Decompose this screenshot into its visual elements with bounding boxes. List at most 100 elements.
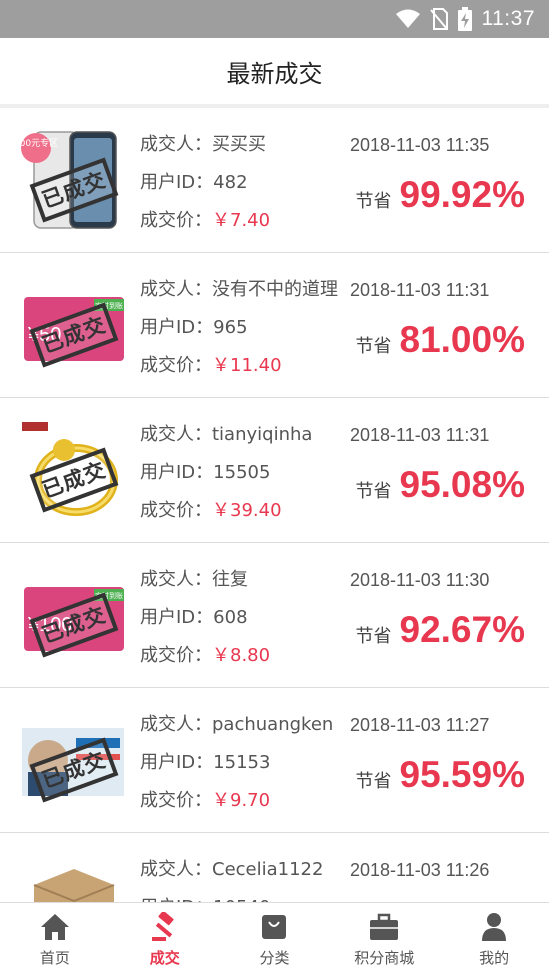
user-id-line: 用户ID：608 — [140, 599, 354, 637]
price-line: 成交价：￥8.80 — [140, 637, 354, 675]
deal-row[interactable]: 实时到账 ¥50 已成交 成交人：没有不中的道理 用户ID：965 成交价：￥1… — [0, 253, 549, 398]
deal-info: 成交人：往复 用户ID：608 成交价：￥8.80 — [140, 561, 354, 675]
saving-label: 节省 — [355, 191, 392, 212]
nav-item-points-mall[interactable]: 积分商城 — [329, 903, 439, 976]
nav-item-mine[interactable]: 我的 — [439, 903, 549, 976]
saving-label: 节省 — [355, 626, 392, 647]
price-label: 成交价： — [140, 210, 212, 231]
saving-percent: 99.92% — [399, 174, 526, 215]
user-id-line: 用户ID：10540 — [140, 889, 354, 902]
price-label: 成交价： — [140, 500, 212, 521]
nav-item-deals[interactable]: 成交 — [110, 903, 220, 976]
buyer-line: 成交人：没有不中的道理 — [140, 271, 354, 309]
product-thumbnail — [20, 855, 124, 902]
product-thumbnail: 100元专区 已成交 — [20, 130, 124, 234]
saving-percent: 92.67% — [399, 609, 526, 650]
saving-block: 节省 81.00% — [356, 319, 526, 365]
user-id-line: 用户ID：15153 — [140, 744, 354, 782]
user-id-label: 用户ID： — [140, 317, 214, 338]
nav-item-home[interactable]: 首页 — [0, 903, 110, 976]
buyer-name: tianyiqinha — [212, 424, 313, 445]
saving-label: 节省 — [355, 481, 392, 502]
home-icon — [39, 911, 71, 943]
deal-info: 成交人：买买买 用户ID：482 成交价：￥7.40 — [140, 126, 354, 240]
deal-row[interactable]: 100元专区 已成交 成交人：买买买 用户ID：482 成交价：￥7.40 20… — [0, 108, 549, 253]
bottom-nav: 首页 成交 分类 积分商城 我的 — [0, 902, 549, 976]
deal-info: 成交人：Cecelia1122 用户ID：10540 — [140, 851, 354, 902]
deal-info: 成交人：pachuangken 用户ID：15153 成交价：￥9.70 — [140, 706, 354, 820]
auction-hammer-icon — [149, 911, 181, 943]
saving-percent: 95.08% — [399, 464, 526, 505]
price-value: ￥9.70 — [212, 790, 271, 811]
page-title: 最新成交 — [226, 59, 323, 88]
page-header: 最新成交 — [0, 38, 549, 104]
user-icon — [478, 911, 510, 943]
product-thumbnail: 实时到账 ¥100 已成交 — [20, 565, 124, 669]
buyer-label: 成交人： — [140, 424, 212, 445]
user-id-line: 用户ID：482 — [140, 164, 354, 202]
deal-time: 2018-11-03 11:35 — [350, 135, 490, 155]
no-sim-icon — [429, 8, 448, 30]
user-id-value: 482 — [213, 172, 248, 193]
saving-percent: 81.00% — [399, 319, 526, 360]
status-time: 11:37 — [481, 7, 535, 30]
nav-label: 积分商城 — [354, 949, 415, 967]
badge-text: 100元专区 — [20, 137, 58, 149]
saving-percent: 95.59% — [399, 754, 526, 795]
deal-list[interactable]: 100元专区 已成交 成交人：买买买 用户ID：482 成交价：￥7.40 20… — [0, 108, 549, 902]
wifi-icon — [395, 9, 420, 29]
user-id-line: 用户ID：965 — [140, 309, 354, 347]
buyer-line: 成交人：买买买 — [140, 126, 354, 164]
shopping-bag-icon — [258, 911, 290, 943]
buyer-label: 成交人： — [140, 859, 212, 880]
buyer-label: 成交人： — [140, 569, 212, 590]
nav-label: 分类 — [259, 949, 290, 967]
user-id-value: 15505 — [213, 462, 271, 483]
saving-block: 节省 92.67% — [356, 609, 526, 655]
price-value: ￥8.80 — [212, 645, 271, 666]
user-id-label: 用户ID： — [140, 462, 214, 483]
buyer-line: 成交人：pachuangken — [140, 706, 354, 744]
user-id-label: 用户ID： — [140, 607, 214, 628]
user-id-line: 用户ID：15505 — [140, 454, 354, 492]
deal-time: 2018-11-03 11:27 — [350, 715, 490, 735]
deal-row[interactable]: 实时到账 ¥100 已成交 成交人：往复 用户ID：608 成交价：￥8.80 … — [0, 543, 549, 688]
price-line: 成交价：￥9.70 — [140, 782, 354, 820]
product-thumbnail: 已成交 — [20, 710, 124, 814]
nav-label: 成交 — [149, 949, 180, 967]
deal-row[interactable]: 已成交 成交人：tianyiqinha 用户ID：15505 成交价：￥39.4… — [0, 398, 549, 543]
price-line: 成交价：￥39.40 — [140, 492, 354, 530]
buyer-label: 成交人： — [140, 279, 212, 300]
saving-block: 节省 95.08% — [356, 464, 526, 510]
user-id-label: 用户ID： — [140, 172, 214, 193]
nav-item-category[interactable]: 分类 — [220, 903, 330, 976]
deal-info: 成交人：tianyiqinha 用户ID：15505 成交价：￥39.40 — [140, 416, 354, 530]
buyer-name: 没有不中的道理 — [212, 279, 338, 300]
buyer-line: 成交人：Cecelia1122 — [140, 851, 354, 889]
user-id-label: 用户ID： — [140, 752, 214, 773]
deal-time: 2018-11-03 11:31 — [350, 280, 490, 300]
status-bar: 11:37 — [0, 0, 549, 38]
price-label: 成交价： — [140, 645, 212, 666]
user-id-value: 15153 — [213, 752, 271, 773]
buyer-name: 买买买 — [212, 134, 266, 155]
buyer-name: Cecelia1122 — [212, 859, 324, 880]
saving-label: 节省 — [355, 771, 392, 792]
deal-info: 成交人：没有不中的道理 用户ID：965 成交价：￥11.40 — [140, 271, 354, 385]
user-id-value: 608 — [213, 607, 248, 628]
price-line: 成交价：￥7.40 — [140, 202, 354, 240]
price-line: 成交价：￥11.40 — [140, 347, 354, 385]
buyer-line: 成交人：往复 — [140, 561, 354, 599]
battery-charging-icon — [457, 7, 472, 31]
deal-row[interactable]: 成交人：Cecelia1122 用户ID：10540 2018-11-03 11… — [0, 833, 549, 902]
deal-time: 2018-11-03 11:26 — [350, 860, 490, 880]
saving-block: 节省 99.92% — [356, 174, 526, 220]
saving-label: 节省 — [355, 336, 392, 357]
product-thumbnail: 已成交 — [20, 420, 124, 524]
deal-row[interactable]: 已成交 成交人：pachuangken 用户ID：15153 成交价：￥9.70… — [0, 688, 549, 833]
briefcase-icon — [368, 911, 400, 943]
buyer-name: 往复 — [212, 569, 248, 590]
price-value: ￥11.40 — [212, 355, 282, 376]
deal-time: 2018-11-03 11:30 — [350, 570, 490, 590]
price-label: 成交价： — [140, 355, 212, 376]
